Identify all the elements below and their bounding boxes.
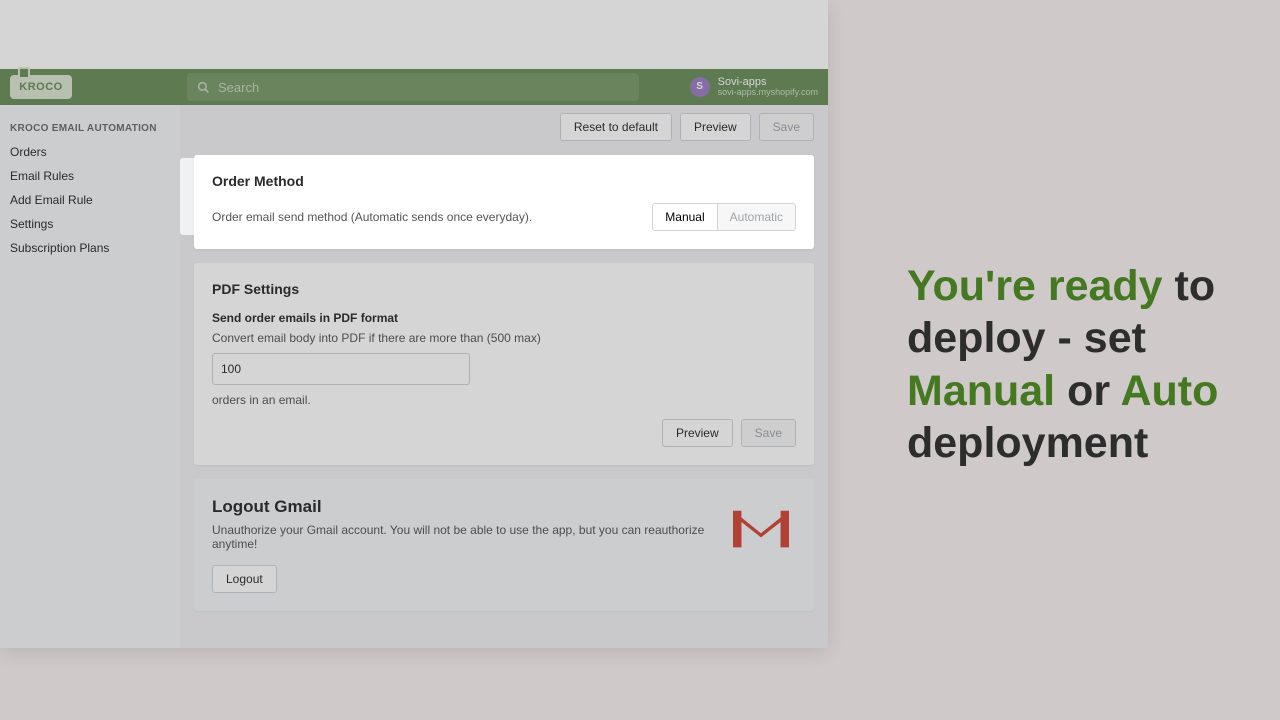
order-method-desc: Order email send method (Automatic sends…: [212, 210, 532, 224]
order-method-toggle: Manual Automatic: [652, 203, 796, 231]
headline-highlight-1: You're ready: [907, 262, 1163, 310]
app-window: KROCO S Sovi-apps sovi-apps.myshopify.co…: [0, 0, 828, 648]
logo-text: KROCO: [19, 81, 62, 93]
gmail-logout-card: Logout Gmail Unauthorize your Gmail acco…: [194, 479, 814, 611]
search-container[interactable]: [187, 73, 639, 101]
header-bar: KROCO S Sovi-apps sovi-apps.myshopify.co…: [0, 69, 828, 105]
search-icon: [197, 81, 210, 94]
gmail-title: Logout Gmail: [212, 497, 706, 517]
gmail-desc: Unauthorize your Gmail account. You will…: [212, 523, 706, 551]
pdf-threshold-input[interactable]: [212, 353, 470, 385]
pdf-save-button[interactable]: Save: [741, 419, 796, 447]
sidebar-item-orders[interactable]: Orders: [0, 140, 180, 164]
pdf-desc: Convert email body into PDF if there are…: [212, 331, 796, 345]
pdf-preview-button[interactable]: Preview: [662, 419, 733, 447]
sidebar: KROCO EMAIL AUTOMATION Orders Email Rule…: [0, 105, 180, 648]
marketing-headline: You're ready to deploy - set Manual or A…: [907, 260, 1247, 470]
top-button-row: Reset to default Preview Save: [194, 105, 814, 141]
logout-button[interactable]: Logout: [212, 565, 277, 593]
pdf-suffix: orders in an email.: [212, 393, 796, 407]
preview-button[interactable]: Preview: [680, 113, 751, 141]
pdf-settings-title: PDF Settings: [212, 281, 796, 297]
logo: KROCO: [10, 75, 72, 99]
user-subdomain: sovi-apps.myshopify.com: [718, 88, 818, 98]
main-content: Reset to default Preview Save Order Meth…: [180, 105, 828, 648]
manual-toggle[interactable]: Manual: [652, 203, 717, 231]
pdf-sub: Send order emails in PDF format: [212, 311, 796, 325]
headline-highlight-3: Auto: [1120, 367, 1218, 415]
reset-button[interactable]: Reset to default: [560, 113, 672, 141]
avatar: S: [690, 77, 710, 97]
sidebar-item-email-rules[interactable]: Email Rules: [0, 164, 180, 188]
order-method-title: Order Method: [212, 173, 796, 189]
save-button[interactable]: Save: [759, 113, 814, 141]
sidebar-heading: KROCO EMAIL AUTOMATION: [0, 117, 180, 140]
headline-highlight-2: Manual: [907, 367, 1055, 415]
sidebar-item-subscription[interactable]: Subscription Plans: [0, 236, 180, 260]
search-input[interactable]: [218, 80, 629, 95]
gmail-icon: [726, 503, 796, 555]
automatic-toggle[interactable]: Automatic: [718, 203, 796, 231]
user-menu[interactable]: S Sovi-apps sovi-apps.myshopify.com: [690, 76, 818, 98]
order-method-card: Order Method Order email send method (Au…: [194, 155, 814, 249]
sidebar-item-settings[interactable]: Settings: [0, 212, 180, 236]
pdf-settings-card: PDF Settings Send order emails in PDF fo…: [194, 263, 814, 465]
sidebar-item-add-rule[interactable]: Add Email Rule: [0, 188, 180, 212]
